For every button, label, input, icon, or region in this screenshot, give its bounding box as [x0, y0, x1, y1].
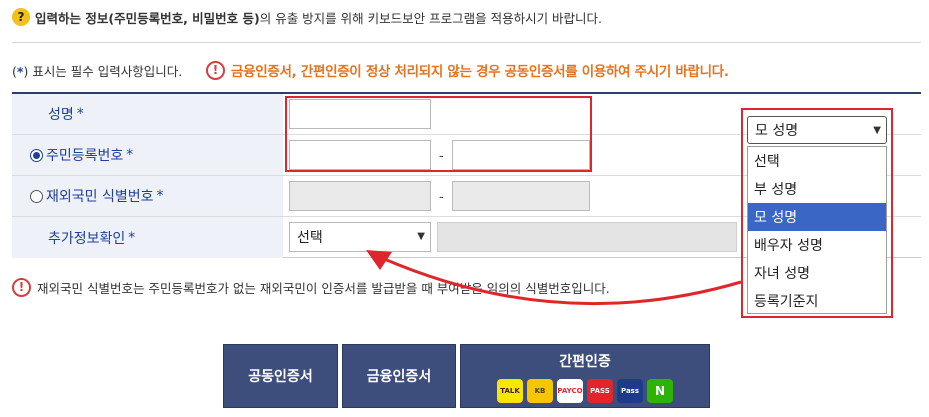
- joint-cert-button[interactable]: 공동인증서: [223, 344, 338, 408]
- easy-auth-logos: TALK KB PAYCO PASS Pass N: [497, 379, 673, 403]
- easy-auth-title: 간편인증: [559, 354, 611, 370]
- easy-auth-button[interactable]: 간편인증 TALK KB PAYCO PASS Pass N: [460, 344, 710, 408]
- kakao-talk-icon: TALK: [497, 379, 523, 403]
- payco-icon: PAYCO: [557, 379, 583, 403]
- kb-icon: KB: [527, 379, 553, 403]
- naver-icon: N: [647, 379, 673, 403]
- financial-cert-button[interactable]: 금융인증서: [342, 344, 456, 408]
- samsung-pass-icon: Pass: [617, 379, 643, 403]
- pass-icon: PASS: [587, 379, 613, 403]
